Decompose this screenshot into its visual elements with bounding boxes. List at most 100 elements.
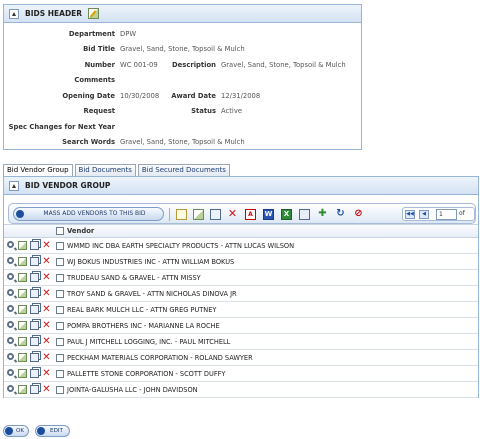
view-icon[interactable] (7, 369, 14, 376)
ok-button[interactable]: OK (3, 425, 29, 437)
vendor-column-header[interactable]: Vendor (67, 227, 94, 235)
first-page-icon[interactable]: ◀◀ (405, 210, 415, 219)
detail-label: Search Words (62, 138, 115, 146)
table-row[interactable]: ✕ JOINTA-GALUSHA LLC - JOHN DAVIDSON (4, 382, 478, 398)
edit-icon[interactable] (193, 209, 204, 220)
view-icon[interactable] (7, 353, 14, 360)
edit-icon[interactable] (18, 369, 27, 378)
table-row[interactable]: ✕ PALLETTE STONE CORPORATION - SCOTT DUFF… (4, 366, 478, 382)
view-icon[interactable] (7, 385, 14, 392)
detail-label: Award Date (171, 92, 216, 100)
detail-row-bid-title: Bid Title Gravel, Sand, Stone, Topsoil &… (4, 45, 361, 56)
delete-icon[interactable]: ✕ (227, 208, 238, 220)
filter-clear-icon[interactable]: ⊘ (353, 209, 364, 220)
copy-icon[interactable] (30, 241, 39, 250)
edit-icon[interactable] (18, 385, 27, 394)
pdf-icon[interactable]: A (245, 209, 256, 220)
row-checkbox[interactable] (56, 274, 64, 282)
detail-row-number: Number WC 001-09 Description Gravel, San… (4, 61, 361, 72)
row-checkbox[interactable] (56, 354, 64, 362)
row-checkbox[interactable] (56, 386, 64, 394)
view-icon[interactable] (7, 321, 14, 328)
table-row[interactable]: ✕ POMPA BROTHERS INC - MARIANNE LA ROCHE (4, 318, 478, 334)
row-checkbox[interactable] (56, 242, 64, 250)
copy-icon[interactable] (30, 321, 39, 330)
new-doc-icon[interactable] (176, 209, 187, 220)
import-icon[interactable]: ✚ (317, 209, 328, 220)
mass-add-vendors-button[interactable]: MASS ADD VENDORS TO THIS BID (13, 207, 164, 221)
page-number-input[interactable]: 1 (436, 209, 457, 220)
row-checkbox[interactable] (56, 258, 64, 266)
tab-bid-documents[interactable]: Bid Documents (74, 164, 136, 176)
edit-icon[interactable] (18, 257, 27, 266)
table-row[interactable]: ✕ TROY SAND & GRAVEL - ATTN NICHOLAS DINO… (4, 286, 478, 302)
copy-icon[interactable] (30, 353, 39, 362)
collapse-icon[interactable] (9, 180, 19, 191)
row-checkbox[interactable] (56, 290, 64, 298)
vendor-name: PALLETTE STONE CORPORATION - SCOTT DUFFY (67, 370, 226, 378)
detail-row-spec-changes: Spec Changes for Next Year (4, 123, 361, 134)
delete-icon[interactable]: ✕ (42, 289, 51, 299)
table-row[interactable]: ✕ PECKHAM MATERIALS CORPORATION - ROLAND … (4, 350, 478, 366)
detail-value: Gravel, Sand, Stone, Topsoil & Mulch (120, 45, 245, 53)
export-icon[interactable] (299, 209, 310, 220)
word-icon[interactable]: W (263, 209, 274, 220)
refresh-icon[interactable]: ↻ (335, 209, 346, 220)
copy-icon[interactable] (30, 257, 39, 266)
detail-label: Spec Changes for Next Year (8, 123, 115, 131)
edit-icon[interactable] (18, 353, 27, 362)
table-row[interactable]: ✕ WJ BOKUS INDUSTRIES INC - ATTN WILLIAM … (4, 254, 478, 270)
prev-page-icon[interactable]: ◀ (419, 210, 429, 219)
table-row[interactable]: ✕ WMMD INC DBA EARTH SPECIALTY PRODUCTS -… (4, 238, 478, 254)
delete-icon[interactable]: ✕ (42, 241, 51, 251)
page-of-label: of (459, 210, 465, 217)
row-checkbox[interactable] (56, 322, 64, 330)
delete-icon[interactable]: ✕ (42, 257, 51, 267)
excel-icon[interactable]: X (281, 209, 292, 220)
edit-button[interactable]: EDIT (35, 425, 70, 437)
table-row[interactable]: ✕ PAUL J MITCHELL LOGGING, INC. - PAUL MI… (4, 334, 478, 350)
tab-bid-secured-documents[interactable]: Bid Secured Documents (137, 164, 230, 176)
copy-icon[interactable] (30, 289, 39, 298)
view-icon[interactable] (7, 257, 14, 264)
table-row[interactable]: ✕ REAL BARK MULCH LLC - ATTN GREG PUTNEY (4, 302, 478, 318)
view-icon[interactable] (7, 305, 14, 312)
delete-icon[interactable]: ✕ (42, 353, 51, 363)
copy-icon[interactable] (210, 209, 221, 220)
vendor-name: PECKHAM MATERIALS CORPORATION - ROLAND S… (67, 354, 253, 362)
delete-icon[interactable]: ✕ (42, 337, 51, 347)
vendor-name: WJ BOKUS INDUSTRIES INC - ATTN WILLIAM B… (67, 258, 235, 266)
select-all-checkbox[interactable] (56, 227, 64, 235)
view-icon[interactable] (7, 241, 14, 248)
delete-icon[interactable]: ✕ (42, 273, 51, 283)
tab-bid-vendor-group[interactable]: Bid Vendor Group (3, 164, 73, 176)
delete-icon[interactable]: ✕ (42, 369, 51, 379)
delete-icon[interactable]: ✕ (42, 321, 51, 331)
view-icon[interactable] (7, 337, 14, 344)
edit-icon[interactable] (18, 273, 27, 282)
row-checkbox[interactable] (56, 306, 64, 314)
copy-icon[interactable] (30, 305, 39, 314)
detail-label: Department (68, 30, 115, 38)
edit-icon[interactable] (18, 305, 27, 314)
copy-icon[interactable] (30, 337, 39, 346)
edit-icon[interactable] (18, 337, 27, 346)
delete-icon[interactable]: ✕ (42, 305, 51, 315)
vendor-name: REAL BARK MULCH LLC - ATTN GREG PUTNEY (67, 306, 217, 314)
delete-icon[interactable]: ✕ (42, 385, 51, 395)
edit-icon[interactable] (18, 241, 27, 250)
vendor-name: JOINTA-GALUSHA LLC - JOHN DAVIDSON (67, 386, 198, 394)
edit-icon[interactable] (88, 8, 100, 19)
copy-icon[interactable] (30, 369, 39, 378)
view-icon[interactable] (7, 289, 14, 296)
edit-icon[interactable] (18, 321, 27, 330)
row-checkbox[interactable] (56, 338, 64, 346)
view-icon[interactable] (7, 273, 14, 280)
vendor-name: POMPA BROTHERS INC - MARIANNE LA ROCHE (67, 322, 220, 330)
edit-icon[interactable] (18, 289, 27, 298)
copy-icon[interactable] (30, 385, 39, 394)
row-checkbox[interactable] (56, 370, 64, 378)
copy-icon[interactable] (30, 273, 39, 282)
table-row[interactable]: ✕ TRUDEAU SAND & GRAVEL - ATTN MISSY (4, 270, 478, 286)
collapse-icon[interactable] (9, 8, 19, 19)
